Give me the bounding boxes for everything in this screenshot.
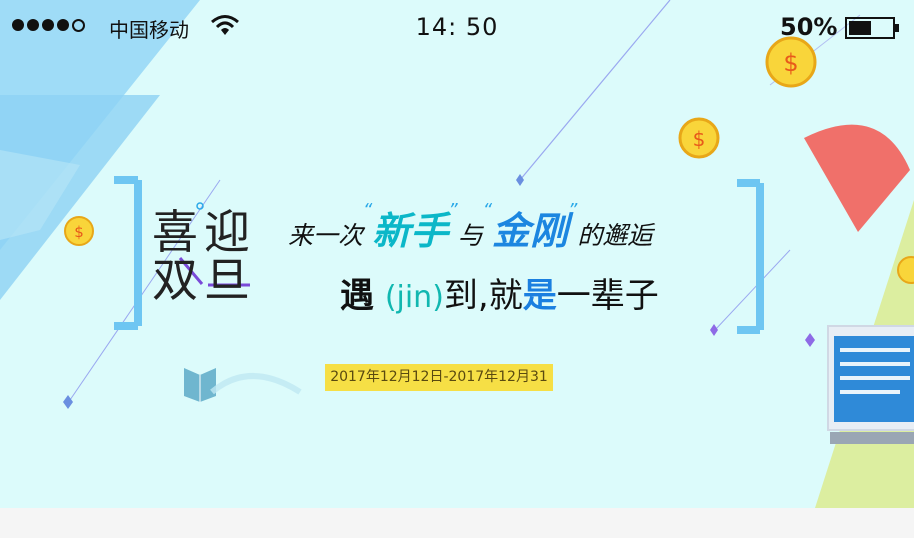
line2-part2: 到,就 [443,276,523,316]
bottom-strip [0,508,914,538]
battery-icon [845,17,899,39]
coin-icon [897,256,914,284]
svg-text:$: $ [74,223,84,241]
lamp-shape [804,124,910,232]
sparkle-icon [805,333,815,347]
headline-line-2: 遇 (jin)到,就是一辈子 [340,268,659,317]
bracket-left-shape [114,176,142,330]
line2-part1: 遇 [340,276,374,316]
sparkle-icon [710,324,718,336]
date-range-badge: 2017年12月12日-2017年12月31 [325,364,553,391]
svg-text:$: $ [693,127,706,151]
coin-icon: $ [678,117,720,159]
title-row-2: 双旦 [152,253,256,307]
line2-highlight: 是 [522,276,557,316]
line1-suffix: 的邂逅 [577,221,653,250]
battery-percent: 50% [780,13,838,41]
bracket-right-shape [737,179,764,334]
status-bar: 中国移动 14: 50 50% [0,0,914,52]
headline-line-1: 来一次“新手”与“金刚”的邂逅 [288,200,653,253]
promo-banner[interactable]: $ $ $ 喜迎 双旦 来一次“新手”与“金刚”的邂逅 遇 (jin)到,就是一… [0,0,914,508]
line1-prefix: 来一次 [288,221,364,250]
line1-connector: 与 [457,221,483,250]
highlight-jingang: 金刚 [492,209,569,253]
line2-pinyin: (jin) [384,280,444,315]
highlight-newbie: 新手 [372,209,449,253]
coin-icon: $ [64,216,94,246]
svg-text:$: $ [783,49,798,77]
clock: 14: 50 [415,13,499,41]
line2-part3: 一辈子 [556,276,659,316]
laptop-keyboard [830,432,914,444]
diagonal-line [714,249,791,331]
